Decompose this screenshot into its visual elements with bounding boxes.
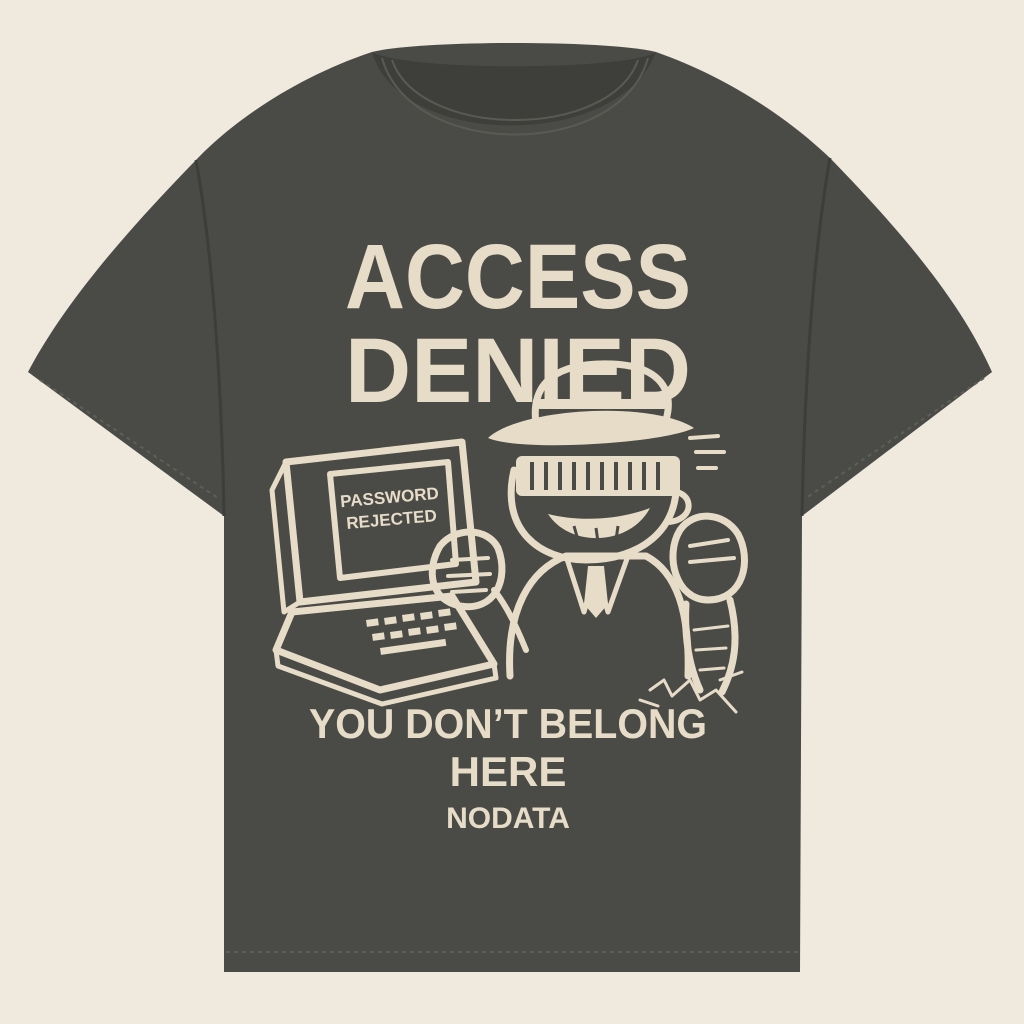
headline-line-1: ACCESS	[345, 226, 691, 328]
brand-name: NODATA	[446, 802, 570, 835]
product-image: ACCESS DENIED PASSWORD REJECTED YOU DON’…	[28, 43, 992, 972]
tagline-line-1: YOU DON’T BELONG	[309, 700, 707, 747]
tagline-line-2: HERE	[450, 748, 567, 795]
